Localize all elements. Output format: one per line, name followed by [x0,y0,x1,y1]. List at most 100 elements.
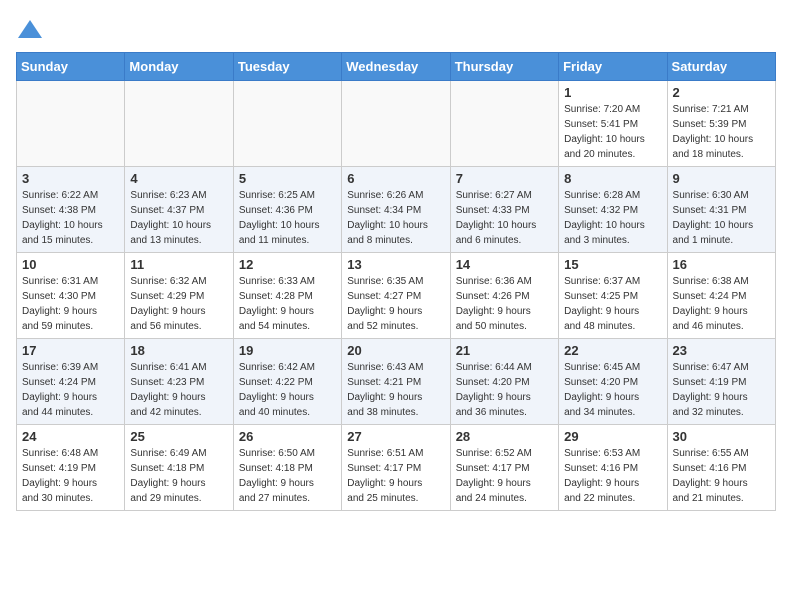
calendar-cell: 3Sunrise: 6:22 AMSunset: 4:38 PMDaylight… [17,167,125,253]
day-number: 23 [673,343,770,358]
calendar-cell: 9 Sunrise: 6:30 AMSunset: 4:31 PMDaylight… [667,167,775,253]
calendar-cell: 16 Sunrise: 6:38 AMSunset: 4:24 PMDayligh… [667,253,775,339]
logo [16,16,48,44]
day-number: 12 [239,257,336,272]
day-number: 14 [456,257,553,272]
day-info: Sunrise: 6:44 AMSunset: 4:20 PMDaylight:… [456,360,553,420]
weekday-header-tuesday: Tuesday [233,53,341,81]
calendar-cell: 6 Sunrise: 6:26 AMSunset: 4:34 PMDaylight… [342,167,450,253]
day-number: 4 [130,171,227,186]
day-info: Sunrise: 6:41 AMSunset: 4:23 PMDaylight:… [130,360,227,420]
calendar: SundayMondayTuesdayWednesdayThursdayFrid… [16,52,776,511]
week-row-3: 10Sunrise: 6:31 AMSunset: 4:30 PMDayligh… [17,253,776,339]
day-info: Sunrise: 6:33 AMSunset: 4:28 PMDaylight:… [239,274,336,334]
weekday-header-thursday: Thursday [450,53,558,81]
day-number: 5 [239,171,336,186]
calendar-cell: 28 Sunrise: 6:52 AMSunset: 4:17 PMDayligh… [450,425,558,511]
day-number: 28 [456,429,553,444]
day-number: 9 [673,171,770,186]
calendar-cell: 15 Sunrise: 6:37 AMSunset: 4:25 PMDayligh… [559,253,667,339]
weekday-header-friday: Friday [559,53,667,81]
day-number: 20 [347,343,444,358]
calendar-cell: 23 Sunrise: 6:47 AMSunset: 4:19 PMDayligh… [667,339,775,425]
day-number: 10 [22,257,119,272]
day-number: 22 [564,343,661,358]
weekday-header-row: SundayMondayTuesdayWednesdayThursdayFrid… [17,53,776,81]
week-row-4: 17Sunrise: 6:39 AMSunset: 4:24 PMDayligh… [17,339,776,425]
day-info: Sunrise: 6:53 AMSunset: 4:16 PMDaylight:… [564,446,661,506]
calendar-cell: 1 Sunrise: 7:20 AMSunset: 5:41 PMDaylight… [559,81,667,167]
week-row-5: 24 Sunrise: 6:48 AMSunset: 4:19 PMDayligh… [17,425,776,511]
day-info: Sunrise: 6:52 AMSunset: 4:17 PMDaylight:… [456,446,553,506]
day-number: 29 [564,429,661,444]
weekday-header-saturday: Saturday [667,53,775,81]
calendar-cell [342,81,450,167]
day-info: Sunrise: 7:20 AMSunset: 5:41 PMDaylight:… [564,102,661,162]
calendar-cell: 27 Sunrise: 6:51 AMSunset: 4:17 PMDayligh… [342,425,450,511]
day-info: Sunrise: 6:26 AMSunset: 4:34 PMDaylight:… [347,188,444,248]
day-info: Sunrise: 6:37 AMSunset: 4:25 PMDaylight:… [564,274,661,334]
day-info: Sunrise: 6:49 AMSunset: 4:18 PMDaylight:… [130,446,227,506]
calendar-cell: 18 Sunrise: 6:41 AMSunset: 4:23 PMDayligh… [125,339,233,425]
week-row-2: 3Sunrise: 6:22 AMSunset: 4:38 PMDaylight… [17,167,776,253]
day-number: 21 [456,343,553,358]
day-number: 18 [130,343,227,358]
calendar-cell: 25Sunrise: 6:49 AMSunset: 4:18 PMDayligh… [125,425,233,511]
day-number: 6 [347,171,444,186]
day-info: Sunrise: 6:55 AMSunset: 4:16 PMDaylight:… [673,446,770,506]
day-number: 7 [456,171,553,186]
calendar-cell: 11 Sunrise: 6:32 AMSunset: 4:29 PMDayligh… [125,253,233,339]
day-number: 2 [673,85,770,100]
calendar-cell: 14 Sunrise: 6:36 AMSunset: 4:26 PMDayligh… [450,253,558,339]
day-info: Sunrise: 6:32 AMSunset: 4:29 PMDaylight:… [130,274,227,334]
calendar-cell: 22 Sunrise: 6:45 AMSunset: 4:20 PMDayligh… [559,339,667,425]
calendar-cell: 10Sunrise: 6:31 AMSunset: 4:30 PMDayligh… [17,253,125,339]
day-number: 1 [564,85,661,100]
day-info: Sunrise: 6:28 AMSunset: 4:32 PMDaylight:… [564,188,661,248]
day-number: 30 [673,429,770,444]
day-info: Sunrise: 6:35 AMSunset: 4:27 PMDaylight:… [347,274,444,334]
day-number: 27 [347,429,444,444]
calendar-cell: 20 Sunrise: 6:43 AMSunset: 4:21 PMDayligh… [342,339,450,425]
day-info: Sunrise: 6:51 AMSunset: 4:17 PMDaylight:… [347,446,444,506]
day-info: Sunrise: 6:43 AMSunset: 4:21 PMDaylight:… [347,360,444,420]
header [16,16,776,44]
day-number: 24 [22,429,119,444]
day-info: Sunrise: 6:45 AMSunset: 4:20 PMDaylight:… [564,360,661,420]
calendar-cell: 5 Sunrise: 6:25 AMSunset: 4:36 PMDaylight… [233,167,341,253]
weekday-header-wednesday: Wednesday [342,53,450,81]
calendar-cell [125,81,233,167]
day-number: 15 [564,257,661,272]
calendar-cell: 17Sunrise: 6:39 AMSunset: 4:24 PMDayligh… [17,339,125,425]
day-info: Sunrise: 6:48 AMSunset: 4:19 PMDaylight:… [22,446,119,506]
day-number: 11 [130,257,227,272]
day-info: Sunrise: 7:21 AMSunset: 5:39 PMDaylight:… [673,102,770,162]
calendar-cell: 30 Sunrise: 6:55 AMSunset: 4:16 PMDayligh… [667,425,775,511]
calendar-cell: 24 Sunrise: 6:48 AMSunset: 4:19 PMDayligh… [17,425,125,511]
calendar-cell: 13 Sunrise: 6:35 AMSunset: 4:27 PMDayligh… [342,253,450,339]
calendar-cell [233,81,341,167]
day-info: Sunrise: 6:39 AMSunset: 4:24 PMDaylight:… [22,360,119,420]
day-info: Sunrise: 6:47 AMSunset: 4:19 PMDaylight:… [673,360,770,420]
day-number: 19 [239,343,336,358]
day-info: Sunrise: 6:42 AMSunset: 4:22 PMDaylight:… [239,360,336,420]
calendar-cell: 8 Sunrise: 6:28 AMSunset: 4:32 PMDaylight… [559,167,667,253]
logo-icon [16,16,44,44]
calendar-cell: 19 Sunrise: 6:42 AMSunset: 4:22 PMDayligh… [233,339,341,425]
day-number: 13 [347,257,444,272]
day-info: Sunrise: 6:36 AMSunset: 4:26 PMDaylight:… [456,274,553,334]
day-info: Sunrise: 6:25 AMSunset: 4:36 PMDaylight:… [239,188,336,248]
calendar-cell [17,81,125,167]
day-info: Sunrise: 6:30 AMSunset: 4:31 PMDaylight:… [673,188,770,248]
day-info: Sunrise: 6:23 AMSunset: 4:37 PMDaylight:… [130,188,227,248]
day-number: 8 [564,171,661,186]
calendar-cell: 21 Sunrise: 6:44 AMSunset: 4:20 PMDayligh… [450,339,558,425]
day-info: Sunrise: 6:27 AMSunset: 4:33 PMDaylight:… [456,188,553,248]
day-number: 16 [673,257,770,272]
day-info: Sunrise: 6:50 AMSunset: 4:18 PMDaylight:… [239,446,336,506]
weekday-header-monday: Monday [125,53,233,81]
calendar-cell: 29 Sunrise: 6:53 AMSunset: 4:16 PMDayligh… [559,425,667,511]
calendar-cell: 2 Sunrise: 7:21 AMSunset: 5:39 PMDaylight… [667,81,775,167]
day-info: Sunrise: 6:22 AMSunset: 4:38 PMDaylight:… [22,188,119,248]
day-info: Sunrise: 6:38 AMSunset: 4:24 PMDaylight:… [673,274,770,334]
